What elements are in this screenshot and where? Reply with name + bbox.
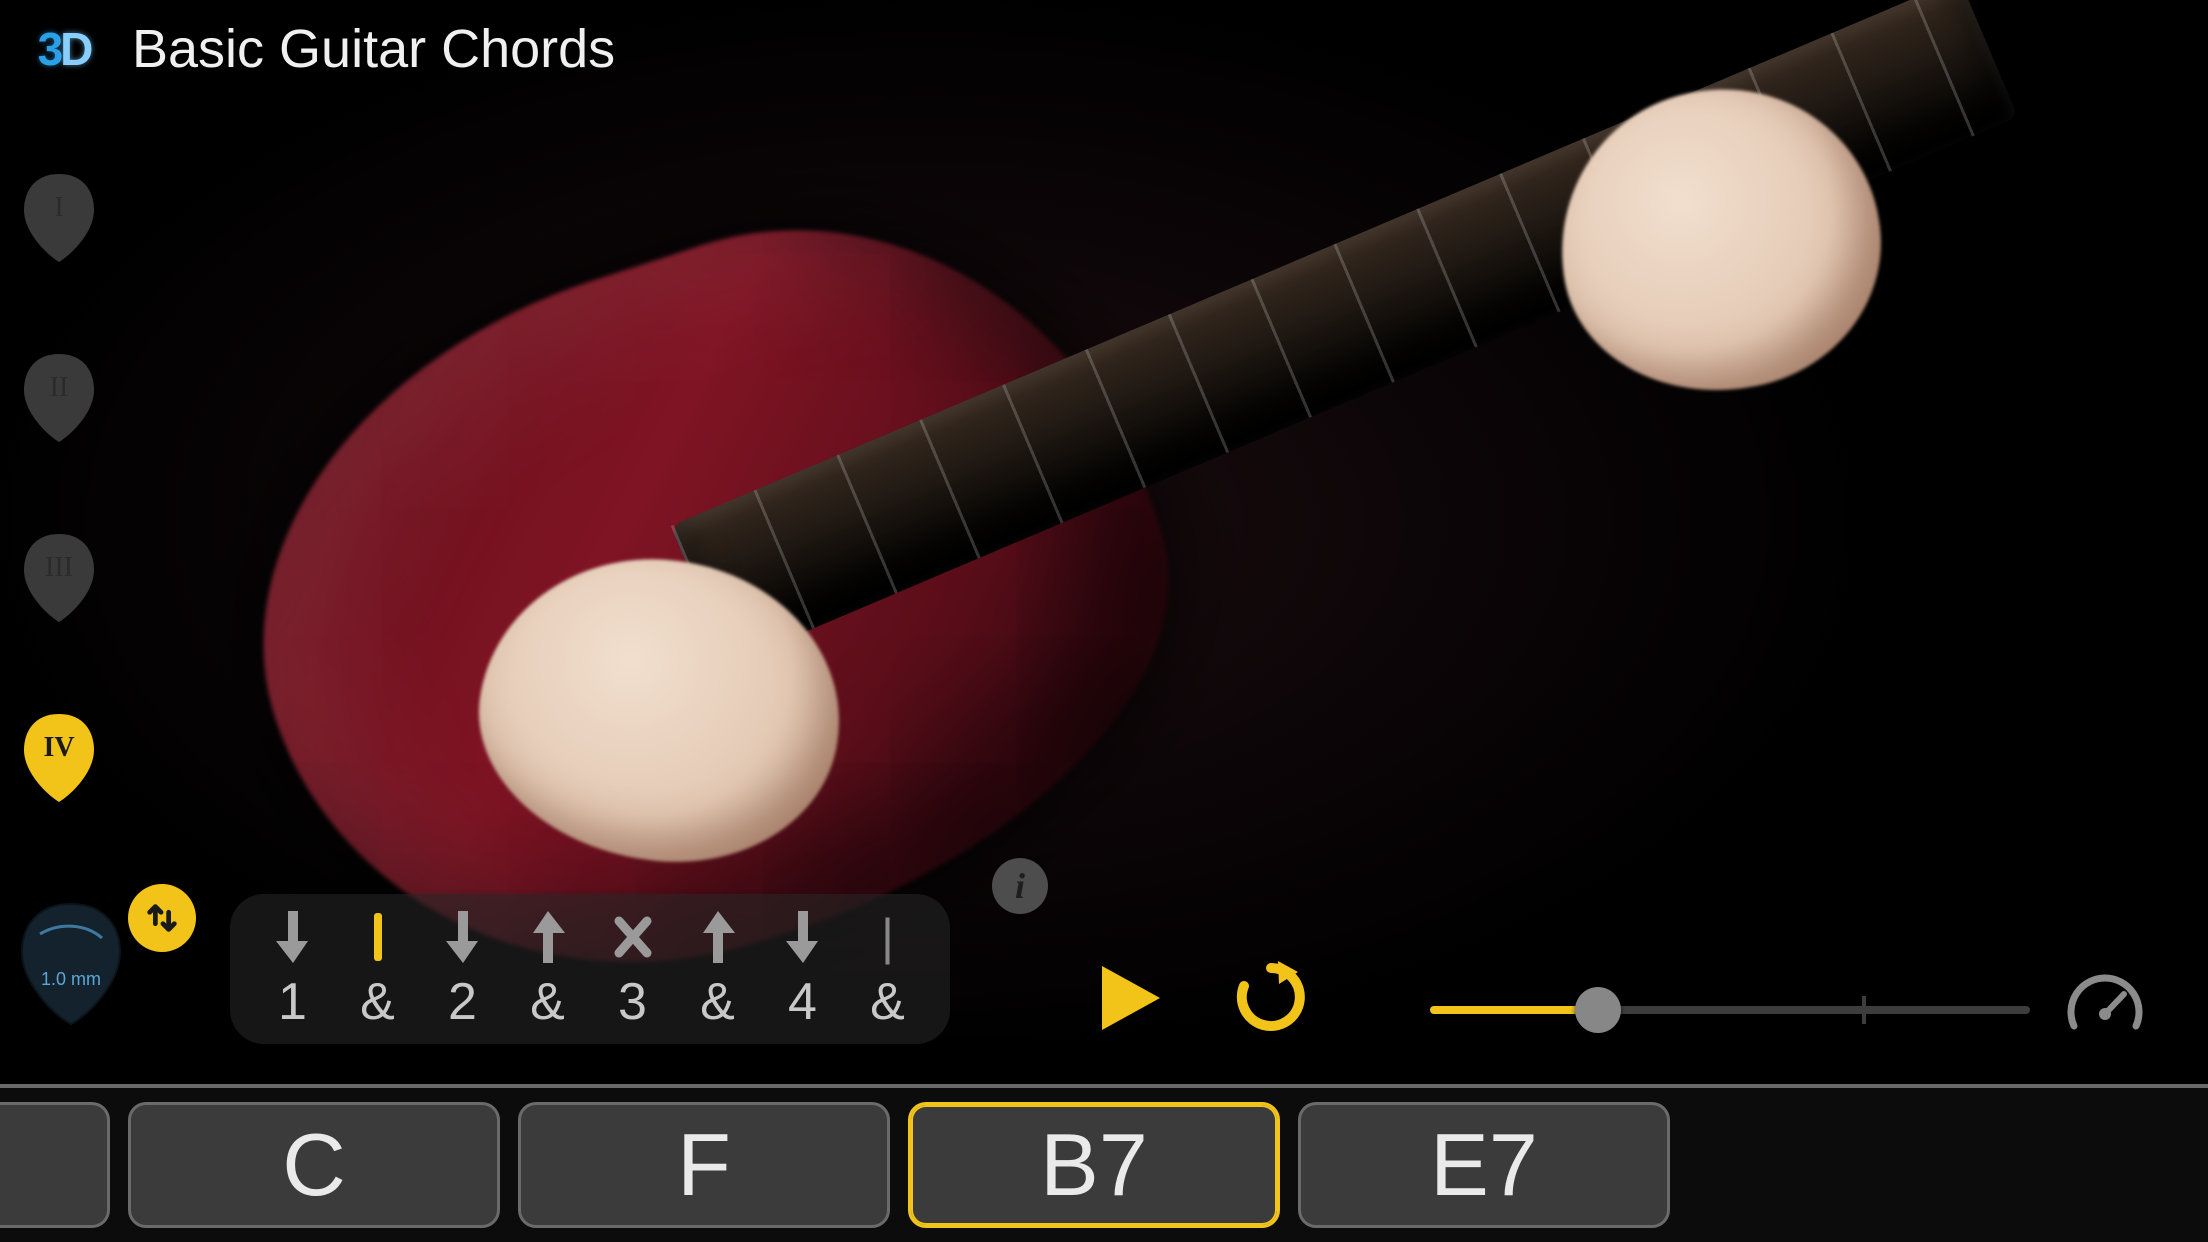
strum-beat-2[interactable]: 2 [427, 906, 499, 1032]
info-icon: i [1015, 865, 1025, 907]
plectrum-thickness: 1.0 mm [16, 969, 126, 990]
strum-mute-icon [611, 906, 655, 968]
chord-label: B7 [1040, 1114, 1148, 1216]
tempo-track [1430, 1006, 2030, 1014]
logo-d: D [60, 22, 90, 76]
chord-c[interactable]: C [128, 1102, 500, 1228]
beat-label: & [870, 972, 905, 1032]
loop-button[interactable] [1232, 958, 1310, 1036]
logo-3: 3 [38, 22, 61, 76]
strum-pattern-panel: 1 & 2 & 3 & 4 | & [230, 894, 950, 1044]
play-icon [1088, 958, 1168, 1038]
guitar-3d-viewport[interactable] [0, 0, 2208, 1242]
strum-up-icon [696, 906, 740, 968]
tempo-default-tick [1862, 996, 1866, 1024]
beat-label: & [360, 972, 395, 1032]
chord-label: C [282, 1114, 346, 1216]
camera-view-4[interactable]: IV [20, 710, 98, 804]
strum-beat-4and[interactable]: | & [852, 906, 924, 1032]
camera-view-label: I [54, 192, 63, 224]
beat-label: 3 [618, 972, 647, 1032]
strum-beat-3[interactable]: 3 [597, 906, 669, 1032]
chord-e7[interactable]: E7 [1298, 1102, 1670, 1228]
chord-label: E7 [1430, 1114, 1538, 1216]
strum-beat-4[interactable]: 4 [767, 906, 839, 1032]
loop-icon [1232, 958, 1310, 1036]
chord-label: F [677, 1114, 731, 1216]
strum-accent-bar-icon [356, 906, 400, 968]
tempo-slider[interactable] [1430, 990, 2030, 1030]
beat-label: 4 [788, 972, 817, 1032]
beat-label: 2 [448, 972, 477, 1032]
camera-view-2[interactable]: II [20, 350, 98, 444]
play-button[interactable] [1088, 958, 1168, 1038]
strum-beat-1and[interactable]: & [342, 906, 414, 1032]
chord-prev-partial[interactable] [0, 1102, 110, 1228]
plectrum-selector[interactable]: 1.0 mm [16, 898, 126, 1028]
beat-label: & [530, 972, 565, 1032]
strum-down-icon [441, 906, 485, 968]
strum-down-icon [271, 906, 315, 968]
tempo-fill [1430, 1006, 1598, 1014]
strum-rest-icon: | [881, 906, 894, 968]
speedometer-icon [2062, 964, 2148, 1050]
tempo-thumb[interactable] [1575, 987, 1621, 1033]
camera-view-label: II [50, 372, 69, 404]
camera-view-label: IV [43, 732, 74, 764]
camera-view-label: III [45, 552, 73, 584]
swap-vertical-icon [143, 899, 181, 937]
info-button[interactable]: i [992, 858, 1048, 914]
camera-view-3[interactable]: III [20, 530, 98, 624]
app-header: 3D Basic Guitar Chords [18, 18, 615, 80]
beat-label: & [700, 972, 735, 1032]
beat-label: 1 [278, 972, 307, 1032]
strum-order-toggle[interactable] [128, 884, 196, 952]
app-logo-3d: 3D [18, 19, 110, 79]
chord-bar[interactable]: C F B7 E7 [0, 1084, 2208, 1242]
camera-view-1[interactable]: I [20, 170, 98, 264]
strum-beat-2and[interactable]: & [512, 906, 584, 1032]
camera-view-tabs: I II III IV [20, 170, 98, 804]
page-title: Basic Guitar Chords [132, 18, 615, 80]
chord-f[interactable]: F [518, 1102, 890, 1228]
strum-beat-1[interactable]: 1 [257, 906, 329, 1032]
strum-down-icon [781, 906, 825, 968]
speedometer-button[interactable] [2062, 964, 2148, 1050]
strum-beat-3and[interactable]: & [682, 906, 754, 1032]
strum-up-icon [526, 906, 570, 968]
chord-b7[interactable]: B7 [908, 1102, 1280, 1228]
